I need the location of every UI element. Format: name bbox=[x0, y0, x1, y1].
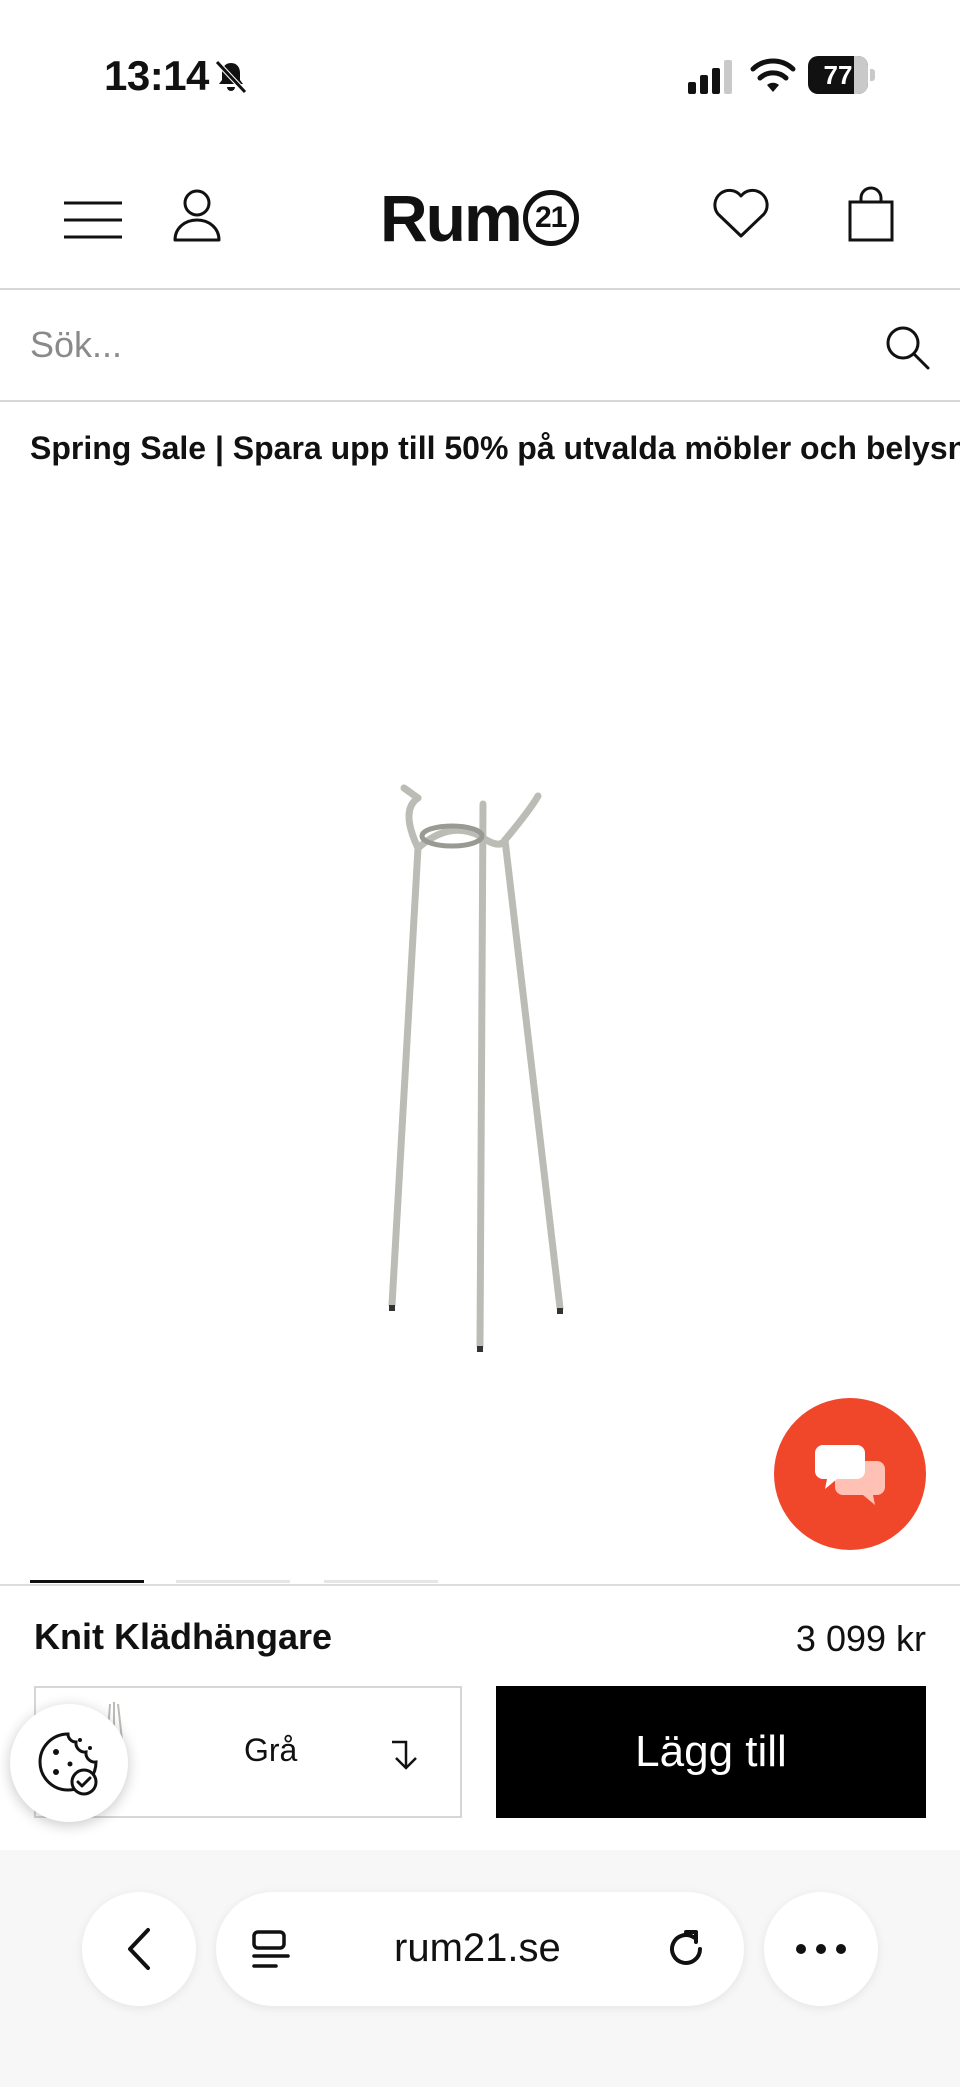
url-text[interactable]: rum21.se bbox=[394, 1926, 561, 1971]
back-button[interactable] bbox=[82, 1892, 196, 2006]
menu-icon[interactable] bbox=[64, 200, 122, 240]
search-icon[interactable] bbox=[884, 324, 930, 370]
chat-button[interactable] bbox=[774, 1398, 926, 1550]
battery-indicator: 77 bbox=[808, 56, 876, 94]
signal-icon bbox=[688, 60, 732, 94]
battery-level: 77 bbox=[823, 60, 853, 90]
product-image[interactable] bbox=[340, 780, 600, 1360]
shopping-bag-icon[interactable] bbox=[848, 186, 894, 242]
search-input[interactable] bbox=[0, 290, 960, 400]
account-icon[interactable] bbox=[172, 188, 222, 242]
bell-off-icon bbox=[215, 60, 247, 94]
image-indicator-2[interactable] bbox=[176, 1580, 290, 1583]
search-divider bbox=[0, 400, 960, 402]
promo-banner[interactable]: Spring Sale | Spara upp till 50% på utva… bbox=[30, 430, 960, 467]
product-divider bbox=[0, 1584, 960, 1586]
image-indicator-1[interactable] bbox=[30, 1580, 144, 1583]
ellipsis-icon bbox=[796, 1944, 846, 1954]
chevron-left-icon bbox=[128, 1928, 150, 1970]
chat-bubbles-icon bbox=[815, 1445, 885, 1505]
reload-icon[interactable] bbox=[664, 1926, 710, 1972]
logo-badge: 21 bbox=[522, 190, 579, 246]
variant-label: Grå bbox=[244, 1732, 298, 1768]
logo-text: Rum bbox=[380, 181, 523, 255]
add-to-cart-button[interactable]: Lägg till bbox=[496, 1686, 926, 1818]
cookie-icon bbox=[38, 1732, 98, 1796]
product-price: 3 099 kr bbox=[795, 1618, 926, 1659]
site-logo[interactable]: Rum 21 bbox=[380, 181, 579, 255]
reader-mode-icon[interactable] bbox=[250, 1928, 292, 1972]
wifi-icon bbox=[750, 58, 796, 92]
more-options-button[interactable] bbox=[764, 1892, 878, 2006]
cookie-settings-button[interactable] bbox=[10, 1704, 128, 1822]
status-time: 13:14 bbox=[104, 52, 209, 99]
wishlist-heart-icon[interactable] bbox=[712, 188, 770, 240]
image-indicator-3[interactable] bbox=[324, 1580, 438, 1583]
dropdown-arrow-icon bbox=[392, 1740, 417, 1770]
product-name: Knit Klädhängare bbox=[34, 1616, 333, 1657]
